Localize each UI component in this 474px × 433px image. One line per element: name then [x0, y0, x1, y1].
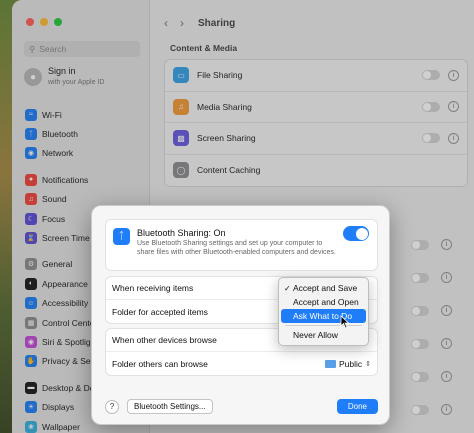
bluetooth-settings-button[interactable]: Bluetooth Settings... — [127, 399, 213, 414]
dialog-header: ᛏ Bluetooth Sharing: On Use Bluetooth Sh… — [105, 219, 378, 271]
dialog-footer: ? Bluetooth Settings... Done — [105, 399, 378, 414]
menu-item-accept-open[interactable]: Accept and Open — [281, 295, 366, 309]
dialog-description: Use Bluetooth Sharing settings and set u… — [137, 240, 336, 256]
receiving-label: When receiving items — [112, 283, 194, 293]
menu-separator — [285, 325, 362, 326]
bluetooth-sharing-toggle[interactable] — [343, 226, 369, 241]
browse-folder-label: Folder others can browse — [112, 358, 208, 369]
browse-folder-row: Folder others can browse Public ⇕ — [106, 352, 377, 375]
folder-icon — [324, 359, 336, 368]
done-button[interactable]: Done — [336, 399, 378, 414]
menu-item-accept-save[interactable]: Accept and Save — [281, 281, 366, 295]
menu-item-never-allow[interactable]: Never Allow — [281, 328, 366, 342]
receiving-items-menu: Accept and Save Accept and Open Ask What… — [278, 277, 369, 346]
folder-label: Folder for accepted items — [112, 306, 208, 317]
dialog-title: Bluetooth Sharing: On — [137, 228, 226, 238]
chevron-updown-icon: ⇕ — [365, 360, 371, 368]
menu-item-ask[interactable]: Ask What to Do — [281, 309, 366, 323]
help-button[interactable]: ? — [105, 399, 119, 414]
browse-label: When other devices browse — [112, 335, 217, 345]
browse-folder-popup[interactable]: Public ⇕ — [324, 358, 371, 369]
browse-folder-value: Public — [338, 358, 363, 369]
pointer-cursor-icon — [340, 315, 350, 329]
bluetooth-icon: ᛏ — [113, 228, 130, 245]
